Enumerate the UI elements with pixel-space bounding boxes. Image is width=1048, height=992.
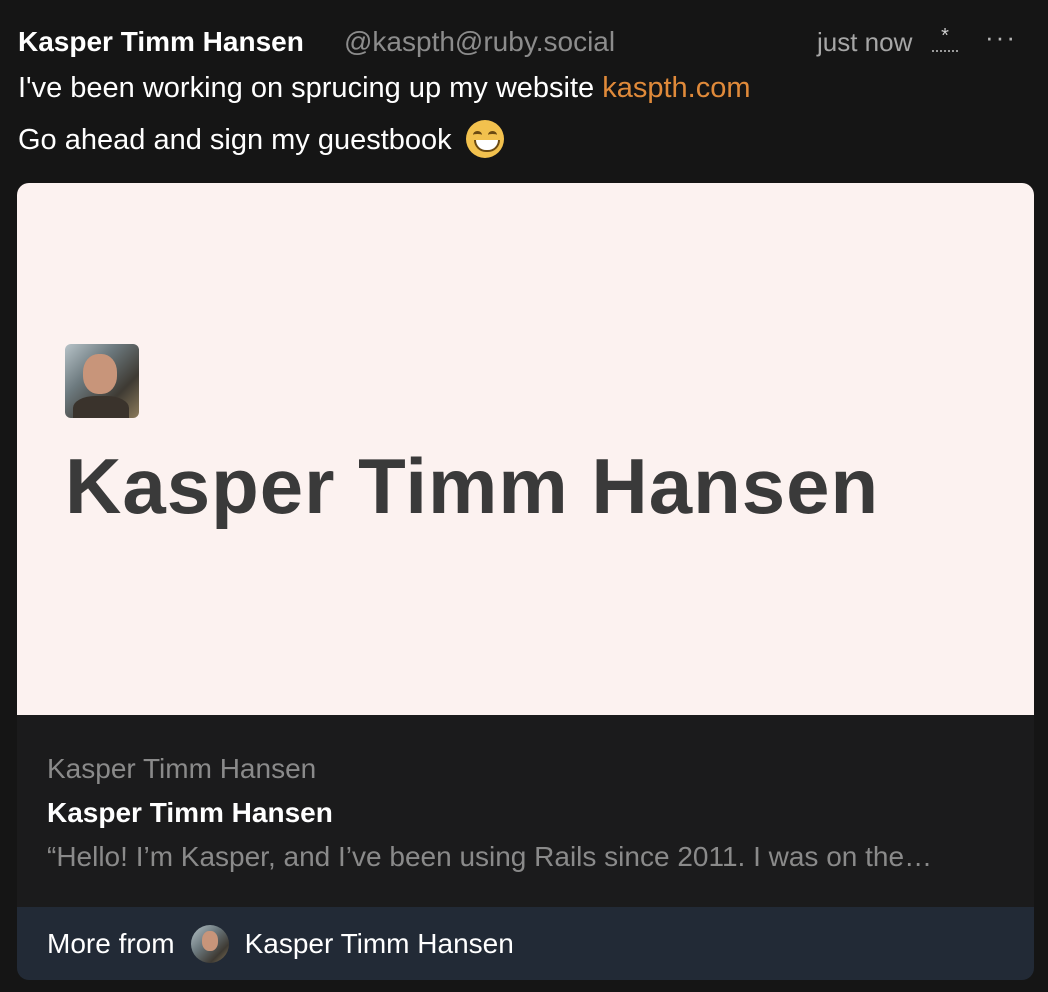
website-link[interactable]: kaspth.com [602, 72, 750, 104]
card-description: “Hello! I’m Kasper, and I’ve been using … [47, 841, 933, 872]
edited-marker: * [941, 25, 949, 47]
author-avatar [190, 924, 229, 963]
card-title[interactable]: Kasper Timm Hansen [47, 793, 1004, 833]
post-timestamp[interactable]: just now [817, 22, 912, 62]
preview-image-title: Kasper Timm Hansen [65, 442, 880, 530]
post-text-line-1: I've been working on sprucing up my webs… [18, 68, 751, 108]
post-text: I've been working on sprucing up my webs… [18, 72, 603, 104]
status-post: Kasper Timm Hansen @kaspth@ruby.social j… [0, 0, 1048, 992]
card-meta: Kasper Timm Hansen Kasper Timm Hansen “H… [47, 749, 1004, 877]
post-text-line-2: Go ahead and sign my guestbook [18, 120, 504, 160]
post-text: Go ahead and sign my guestbook [18, 124, 460, 156]
grinning-face-emoji-icon [465, 120, 504, 159]
edited-underline [932, 50, 958, 52]
more-from-author-bar[interactable]: More from Kasper Timm Hansen [17, 907, 1034, 980]
preview-image[interactable]: Kasper Timm Hansen [17, 183, 1034, 715]
author-handle[interactable]: @kaspth@ruby.social [344, 22, 615, 62]
link-preview-card[interactable]: Kasper Timm Hansen Kasper Timm Hansen Ka… [17, 183, 1034, 980]
more-from-label: More from [47, 927, 175, 959]
preview-avatar [65, 344, 139, 418]
more-horizontal-icon[interactable]: ··· [983, 22, 1019, 62]
edited-indicator: * [932, 26, 958, 56]
author-name[interactable]: Kasper Timm Hansen [18, 22, 304, 62]
card-site-name: Kasper Timm Hansen [47, 753, 317, 784]
more-from-author-name[interactable]: Kasper Timm Hansen [245, 928, 514, 960]
post-header: Kasper Timm Hansen @kaspth@ruby.social j… [18, 22, 1048, 62]
